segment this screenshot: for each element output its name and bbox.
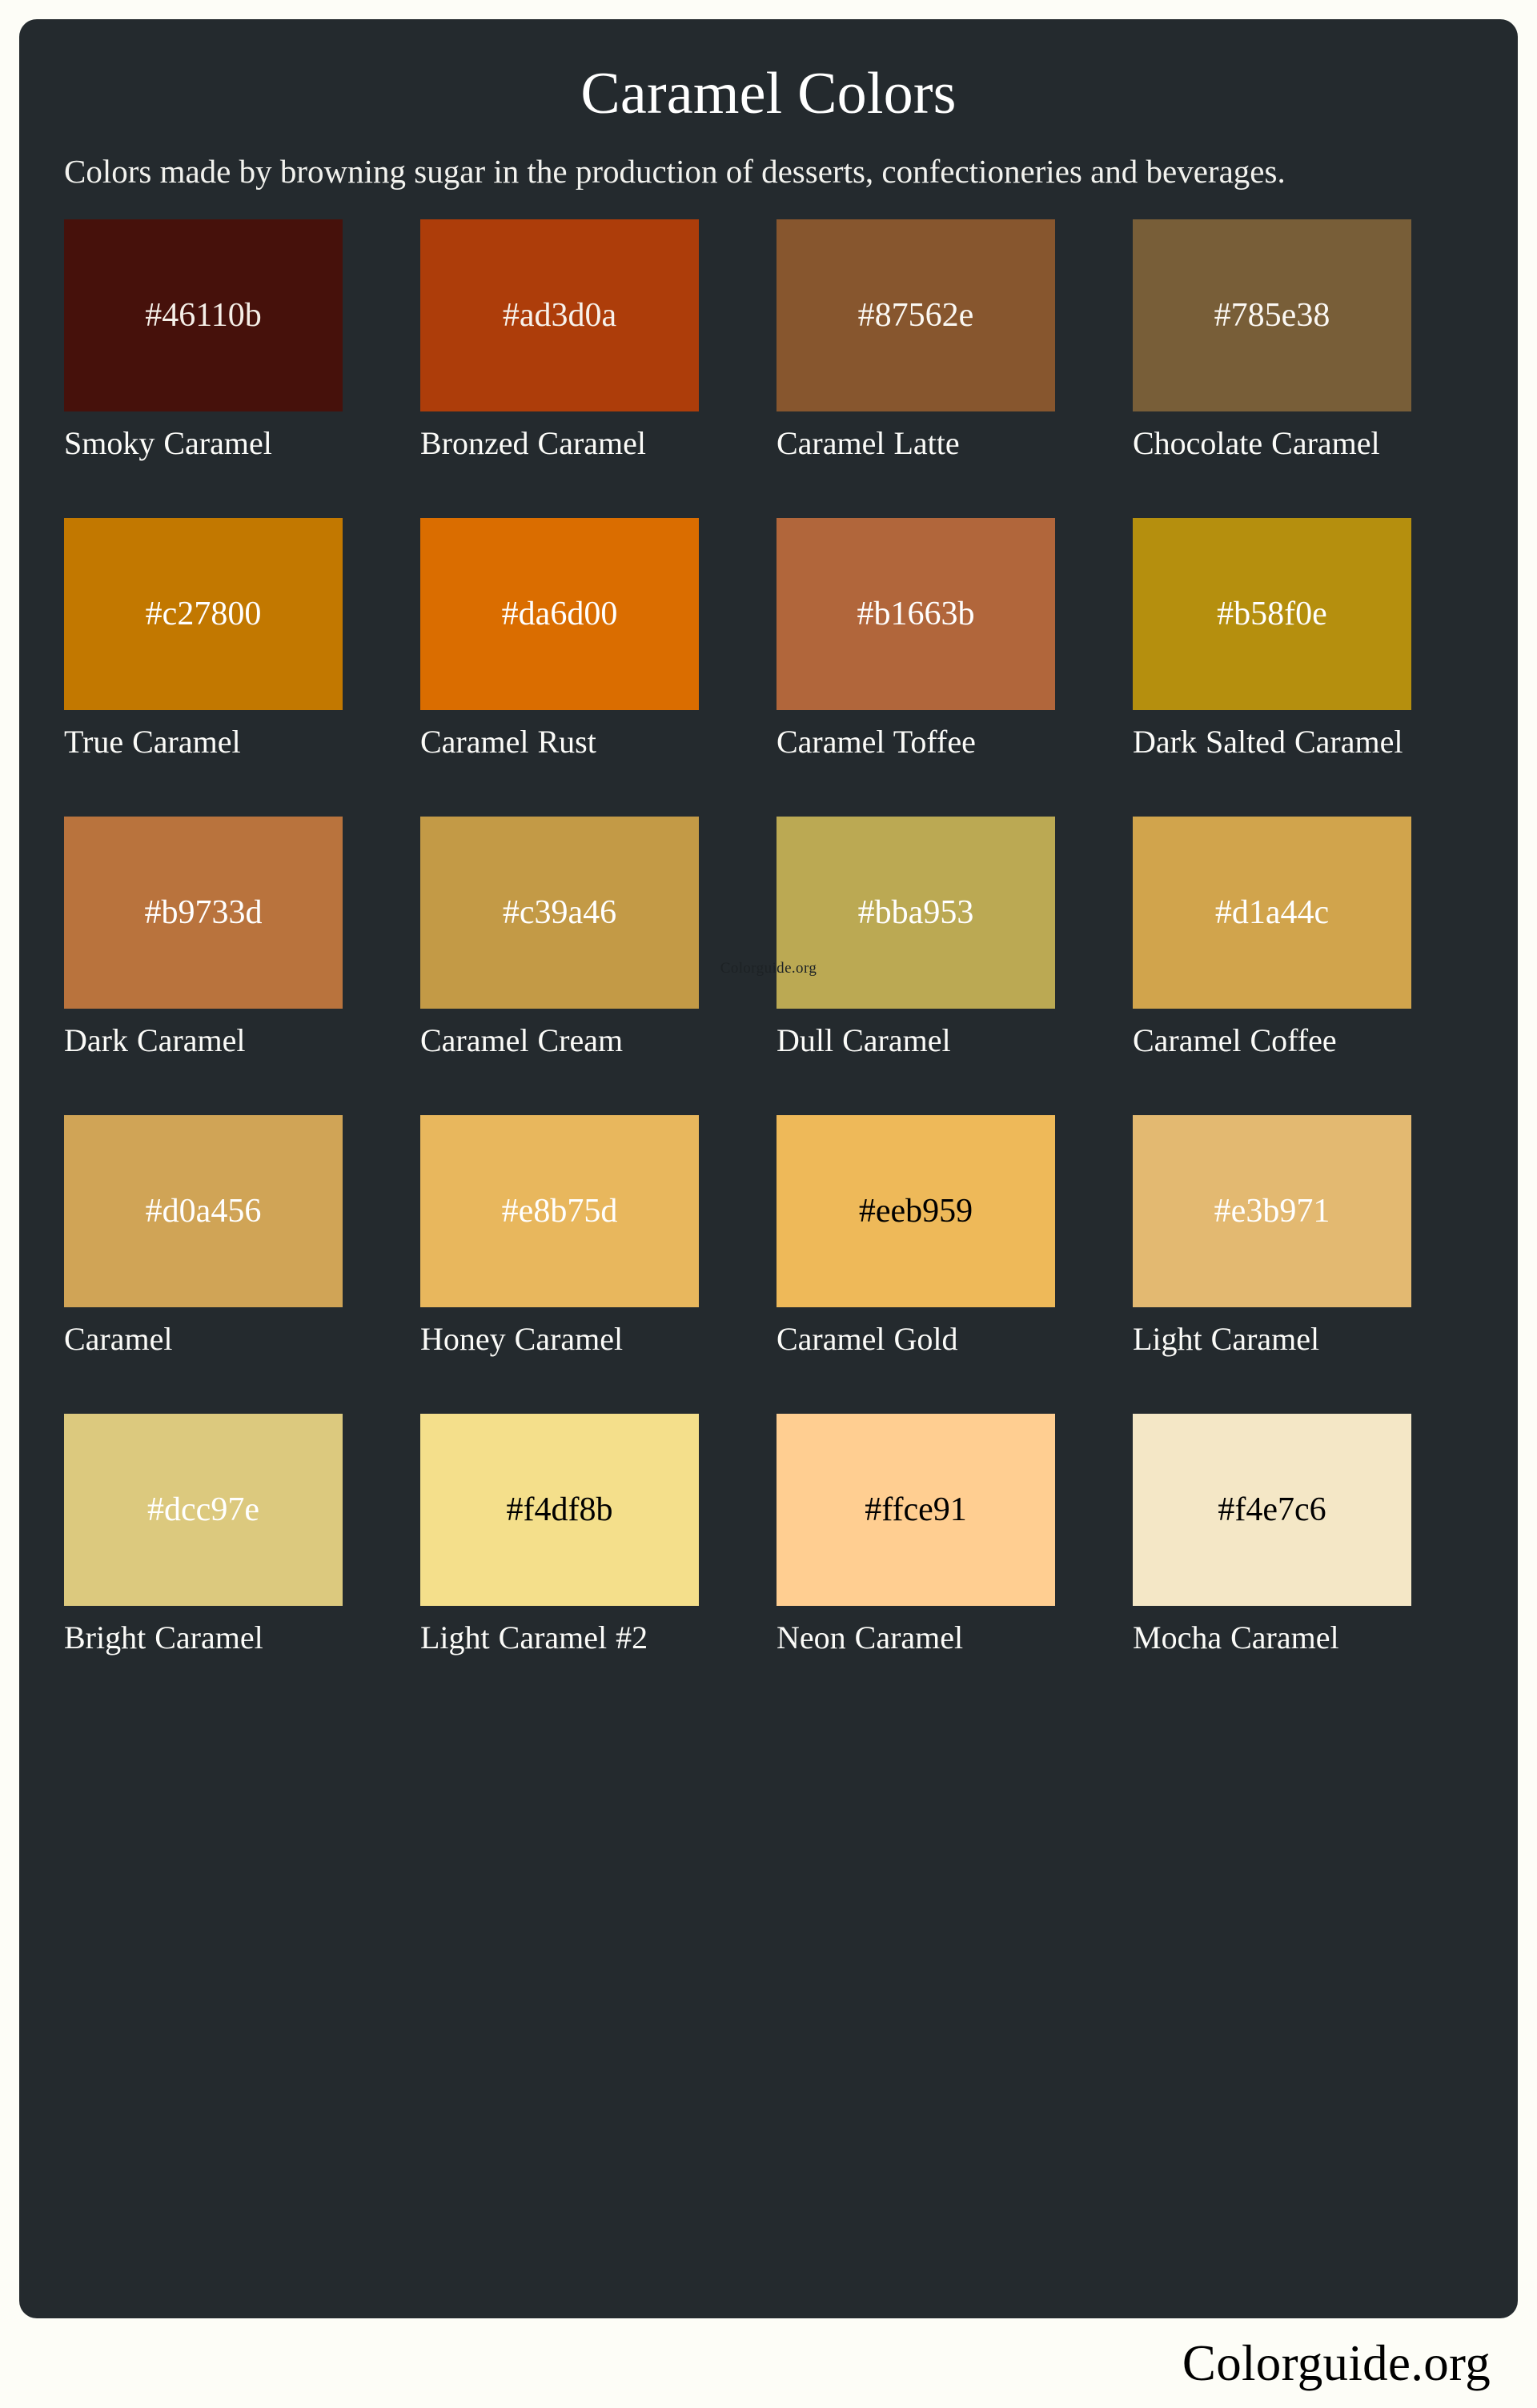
- swatch-cell[interactable]: #ad3d0a Bronzed Caramel: [420, 219, 699, 499]
- color-swatch[interactable]: #ffce91: [777, 1414, 1055, 1607]
- swatch-cell[interactable]: #e3b971 Light Caramel: [1133, 1115, 1411, 1395]
- swatch-cell[interactable]: #b9733d Dark Caramel: [64, 817, 343, 1096]
- color-swatch[interactable]: #bba953: [777, 817, 1055, 1009]
- swatch-cell[interactable]: #b1663b Caramel Toffee: [777, 518, 1055, 797]
- color-name-label: Bright Caramel: [64, 1619, 263, 1656]
- color-name-label: Caramel Latte: [777, 425, 960, 462]
- color-swatch[interactable]: #da6d00: [420, 518, 699, 711]
- palette-card: Caramel Colors Colors made by browning s…: [19, 19, 1518, 2318]
- color-swatch[interactable]: #eeb959: [777, 1115, 1055, 1308]
- swatch-cell[interactable]: #46110b Smoky Caramel: [64, 219, 343, 499]
- color-swatch[interactable]: #ad3d0a: [420, 219, 699, 412]
- color-name-label: Caramel Rust: [420, 724, 596, 761]
- color-name-label: Light Caramel #2: [420, 1619, 648, 1656]
- color-swatch[interactable]: #46110b: [64, 219, 343, 412]
- color-swatch[interactable]: #d1a44c: [1133, 817, 1411, 1009]
- page-footer: Colorguide.org: [19, 2318, 1518, 2408]
- color-name-label: Dark Caramel: [64, 1022, 246, 1059]
- page-root: Caramel Colors Colors made by browning s…: [0, 0, 1537, 2408]
- swatch-cell[interactable]: #da6d00 Caramel Rust: [420, 518, 699, 797]
- swatch-cell[interactable]: #dcc97e Bright Caramel: [64, 1414, 343, 1693]
- color-name-label: Caramel Coffee: [1133, 1022, 1337, 1059]
- color-name-label: Bronzed Caramel: [420, 425, 646, 462]
- color-swatch[interactable]: #785e38: [1133, 219, 1411, 412]
- color-name-label: Dull Caramel: [777, 1022, 951, 1059]
- color-name-label: Chocolate Caramel: [1133, 425, 1380, 462]
- swatch-cell[interactable]: #f4e7c6 Mocha Caramel: [1133, 1414, 1411, 1693]
- color-swatch[interactable]: #d0a456: [64, 1115, 343, 1308]
- color-name-label: Caramel Toffee: [777, 724, 976, 761]
- swatch-cell[interactable]: #f4df8b Light Caramel #2: [420, 1414, 699, 1693]
- color-name-label: Dark Salted Caramel: [1133, 724, 1403, 761]
- swatch-cell[interactable]: #d0a456 Caramel: [64, 1115, 343, 1395]
- swatch-cell[interactable]: #e8b75d Honey Caramel: [420, 1115, 699, 1395]
- color-swatch[interactable]: #b1663b: [777, 518, 1055, 711]
- color-swatch[interactable]: #b9733d: [64, 817, 343, 1009]
- page-description: Colors made by browning sugar in the pro…: [64, 152, 1286, 190]
- color-name-label: Caramel Cream: [420, 1022, 624, 1059]
- color-name-label: Smoky Caramel: [64, 425, 272, 462]
- color-swatch[interactable]: #f4e7c6: [1133, 1414, 1411, 1607]
- swatch-cell[interactable]: #87562e Caramel Latte: [777, 219, 1055, 499]
- color-swatch[interactable]: #e3b971: [1133, 1115, 1411, 1308]
- swatch-cell[interactable]: #785e38 Chocolate Caramel: [1133, 219, 1411, 499]
- swatch-cell[interactable]: #d1a44c Caramel Coffee: [1133, 817, 1411, 1096]
- color-name-label: Neon Caramel: [777, 1619, 964, 1656]
- swatch-cell[interactable]: #bba953 Dull Caramel: [777, 817, 1055, 1096]
- swatch-grid: #46110b Smoky Caramel #ad3d0a Bronzed Caram…: [64, 219, 1473, 1712]
- swatch-cell[interactable]: #b58f0e Dark Salted Caramel: [1133, 518, 1411, 797]
- color-name-label: Honey Caramel: [420, 1321, 624, 1358]
- color-swatch[interactable]: #87562e: [777, 219, 1055, 412]
- footer-brand: Colorguide.org: [1182, 2334, 1491, 2391]
- swatch-cell[interactable]: #c27800 True Caramel: [64, 518, 343, 797]
- color-swatch[interactable]: #c39a46: [420, 817, 699, 1009]
- color-name-label: Mocha Caramel: [1133, 1619, 1339, 1656]
- color-swatch[interactable]: #c27800: [64, 518, 343, 711]
- swatch-cell[interactable]: #c39a46 Caramel Cream: [420, 817, 699, 1096]
- color-name-label: Light Caramel: [1133, 1321, 1320, 1358]
- color-swatch[interactable]: #b58f0e: [1133, 518, 1411, 711]
- color-swatch[interactable]: #e8b75d: [420, 1115, 699, 1308]
- color-swatch[interactable]: #dcc97e: [64, 1414, 343, 1607]
- swatch-cell[interactable]: #ffce91 Neon Caramel: [777, 1414, 1055, 1693]
- swatch-cell[interactable]: #eeb959 Caramel Gold: [777, 1115, 1055, 1395]
- color-swatch[interactable]: #f4df8b: [420, 1414, 699, 1607]
- page-title: Caramel Colors: [580, 61, 957, 126]
- color-name-label: Caramel: [64, 1321, 173, 1358]
- color-name-label: Caramel Gold: [777, 1321, 958, 1358]
- color-name-label: True Caramel: [64, 724, 241, 761]
